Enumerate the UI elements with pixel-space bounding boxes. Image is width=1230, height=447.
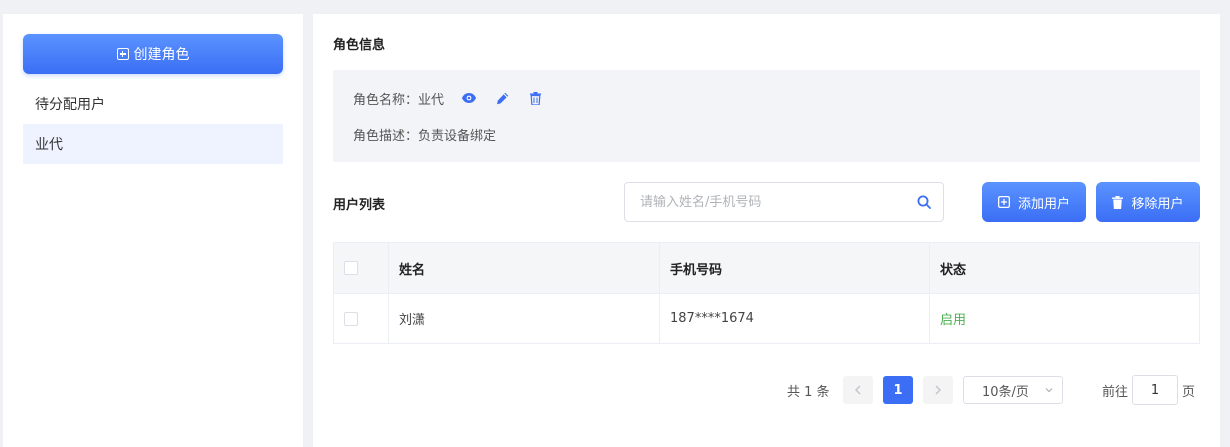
remove-user-button[interactable]: 移除用户 [1096, 182, 1200, 222]
add-user-button[interactable]: 添加用户 [982, 182, 1086, 222]
remove-user-label: 移除用户 [1131, 195, 1184, 211]
create-role-label: 创建角色 [133, 46, 190, 62]
role-info-box: 角色名称： 业代 角色描述： 负责设备绑定 [333, 70, 1200, 162]
sidebar-item-label: 业代 [35, 137, 63, 153]
sidebar-item-label: 待分配用户 [35, 97, 105, 113]
role-desc-value: 负责设备绑定 [418, 128, 497, 144]
edit-icon[interactable] [494, 90, 510, 106]
user-status-cell: 启用 [930, 294, 1199, 343]
status-badge: 启用 [940, 313, 967, 328]
role-sidebar: 创建角色 待分配用户 业代 [3, 14, 303, 447]
table-row: 刘潇 187****1674 启用 [334, 293, 1199, 343]
goto-unit: 页 [1182, 385, 1196, 400]
user-search-box [624, 182, 944, 222]
table-header-row: 姓名 手机号码 状态 [334, 243, 1199, 293]
plus-square-icon [116, 48, 129, 60]
goto-page-input[interactable] [1132, 375, 1178, 405]
plus-square-icon [997, 196, 1010, 208]
column-header-status: 状态 [940, 262, 967, 278]
next-page-button[interactable] [923, 376, 953, 404]
user-search-input[interactable] [625, 183, 909, 221]
role-name-label: 角色名称： [353, 92, 419, 108]
user-table: 姓名 手机号码 状态 刘潇 187****1674 启用 [333, 242, 1200, 344]
select-all-checkbox[interactable] [344, 261, 358, 275]
header-checkbox-cell [334, 243, 389, 293]
page-size-select[interactable]: 10条/页 [963, 376, 1063, 404]
role-name-value: 业代 [418, 92, 445, 108]
role-detail-panel: 角色信息 角色名称： 业代 角色描述： 负责设备绑定 用户列表 请输入姓名/手机… [313, 14, 1220, 447]
role-desc-label: 角色描述： [353, 128, 419, 144]
page-number-current[interactable]: 1 [883, 376, 913, 404]
sidebar-item-unassigned[interactable]: 待分配用户 [23, 84, 283, 124]
column-header-phone: 手机号码 [660, 243, 930, 293]
pagination-total: 共 1 条 [787, 385, 830, 400]
delete-icon[interactable] [527, 90, 543, 106]
prev-page-button[interactable] [843, 376, 873, 404]
chevron-left-icon [855, 385, 861, 395]
search-icon[interactable] [909, 195, 939, 209]
trash-icon [1112, 195, 1124, 209]
page-size-value: 10条/页 [982, 384, 1029, 400]
add-user-label: 添加用户 [1017, 195, 1070, 211]
user-phone-cell: 187****1674 [660, 294, 930, 343]
user-name-cell: 刘潇 [389, 294, 660, 343]
eye-icon[interactable] [461, 90, 477, 106]
column-header-name: 姓名 [389, 243, 660, 293]
create-role-button[interactable]: 创建角色 [23, 34, 283, 74]
row-checkbox[interactable] [344, 311, 358, 326]
pagination: 共 1 条 1 10条/页 前往 页 [313, 374, 1220, 405]
row-checkbox-cell [334, 294, 389, 343]
sidebar-item-yedai[interactable]: 业代 [23, 124, 283, 164]
role-info-title: 角色信息 [333, 38, 386, 53]
chevron-right-icon [935, 385, 941, 395]
role-name-row: 角色名称： 业代 [353, 90, 543, 108]
role-desc-row: 角色描述： 负责设备绑定 [353, 126, 497, 144]
goto-label: 前往 [1102, 385, 1129, 400]
user-list-title: 用户列表 [333, 198, 386, 213]
chevron-down-icon [1045, 388, 1053, 393]
